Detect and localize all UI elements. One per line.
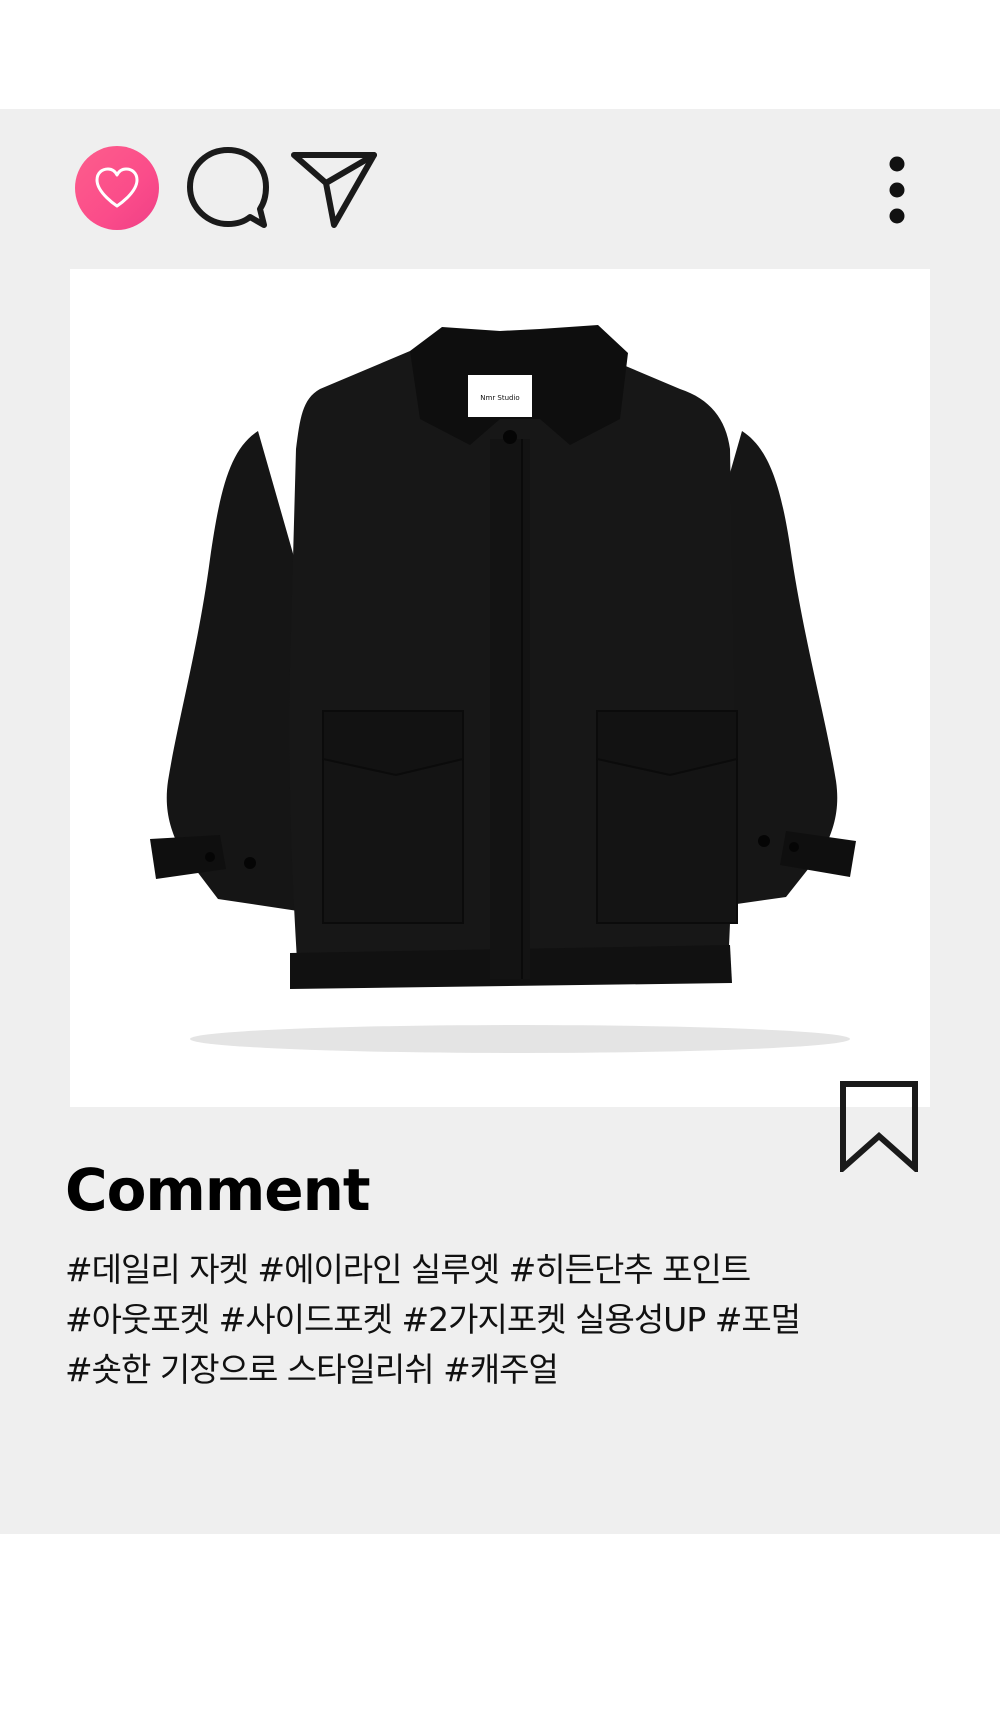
bookmark-button[interactable]: [839, 1080, 919, 1175]
share-button[interactable]: [290, 149, 378, 231]
speech-bubble-icon: [187, 147, 269, 228]
hashtag-list: #데일리 자켓 #에이라인 실루엣 #히든단추 포인트 #아웃포켓 #사이드포켓…: [65, 1245, 865, 1395]
hashtag-line: #데일리 자켓 #에이라인 실루엣 #히든단추 포인트: [65, 1250, 751, 1289]
comment-heading: Comment: [65, 1156, 371, 1224]
like-button[interactable]: [75, 146, 159, 230]
hashtag-line: #숏한 기장으로 스타일리쉬 #캐주얼: [65, 1350, 559, 1389]
black-jacket-image: Nmr Studio: [70, 269, 930, 1107]
post-card: Nmr Studio Comment #데일리 자켓 #에이라인 실루엣 #히든…: [0, 109, 1000, 1534]
garment-label: Nmr Studio: [480, 394, 519, 402]
hashtag-line: #아웃포켓 #사이드포켓 #2가지포켓 실용성UP #포멀: [65, 1300, 801, 1339]
action-bar: [0, 109, 1000, 269]
comment-button[interactable]: [184, 145, 272, 233]
product-photo: Nmr Studio: [70, 269, 930, 1107]
vertical-dots-icon: [889, 156, 905, 224]
bookmark-icon: [840, 1081, 918, 1175]
paper-plane-icon: [291, 152, 377, 228]
heart-icon: [95, 167, 139, 208]
more-options-button[interactable]: [885, 155, 909, 225]
